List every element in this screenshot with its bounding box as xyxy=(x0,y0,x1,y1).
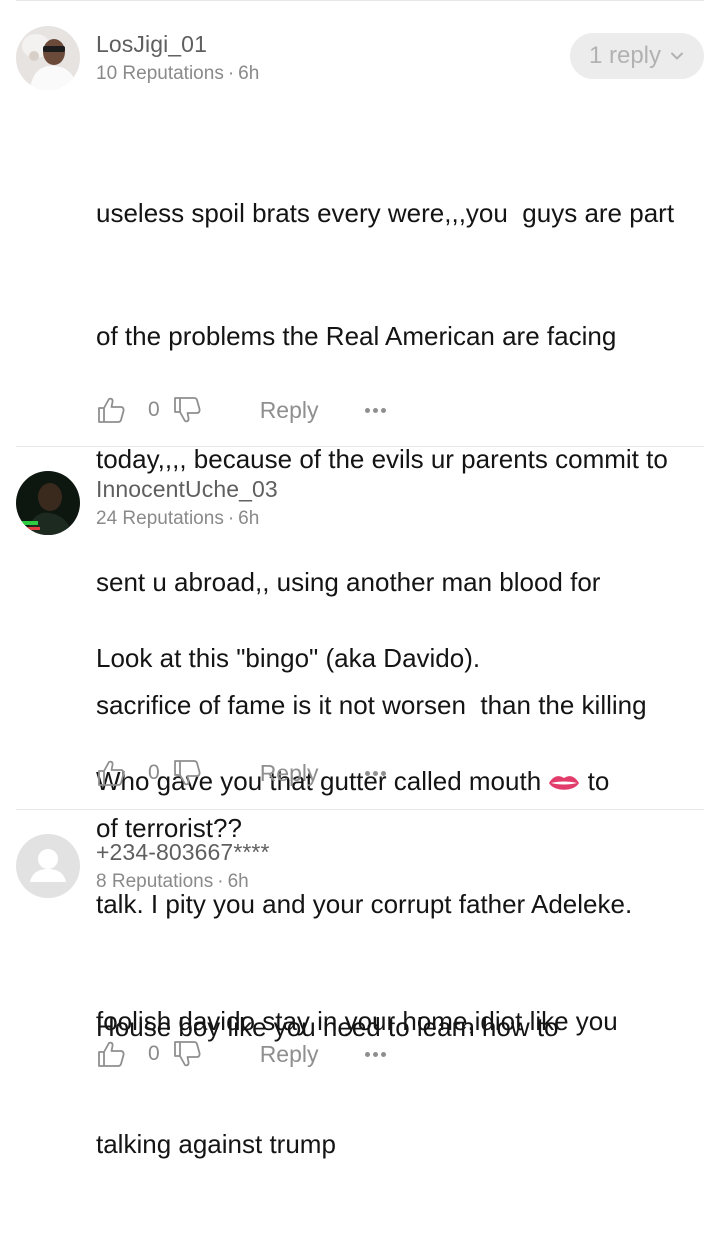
thumbs-down-icon[interactable] xyxy=(172,1039,202,1069)
comment-text-line: foolish davido stay in your home,idiot l… xyxy=(96,1006,618,1036)
default-avatar-icon xyxy=(16,834,80,898)
avatar[interactable] xyxy=(16,834,80,898)
username[interactable]: +234-803667**** xyxy=(96,839,270,866)
timestamp: 6h xyxy=(227,871,249,892)
comment-item: +234-803667**** 8 Reputations · 6h foolish… xyxy=(0,0,720,1159)
thumbs-up-icon[interactable] xyxy=(96,1039,126,1069)
comment-text: foolish davido stay in your home,idiot l… xyxy=(96,919,710,1247)
comment-text-line: talking against trump xyxy=(96,1129,336,1159)
reputation-count: 8 Reputations xyxy=(96,871,214,892)
reply-button[interactable]: Reply xyxy=(260,1041,319,1068)
comment-meta: 8 Reputations · 6h xyxy=(96,871,249,892)
more-options-icon[interactable] xyxy=(364,1051,386,1057)
comment-actions: 0 Reply xyxy=(96,1037,386,1071)
like-count: 0 xyxy=(148,1042,160,1065)
